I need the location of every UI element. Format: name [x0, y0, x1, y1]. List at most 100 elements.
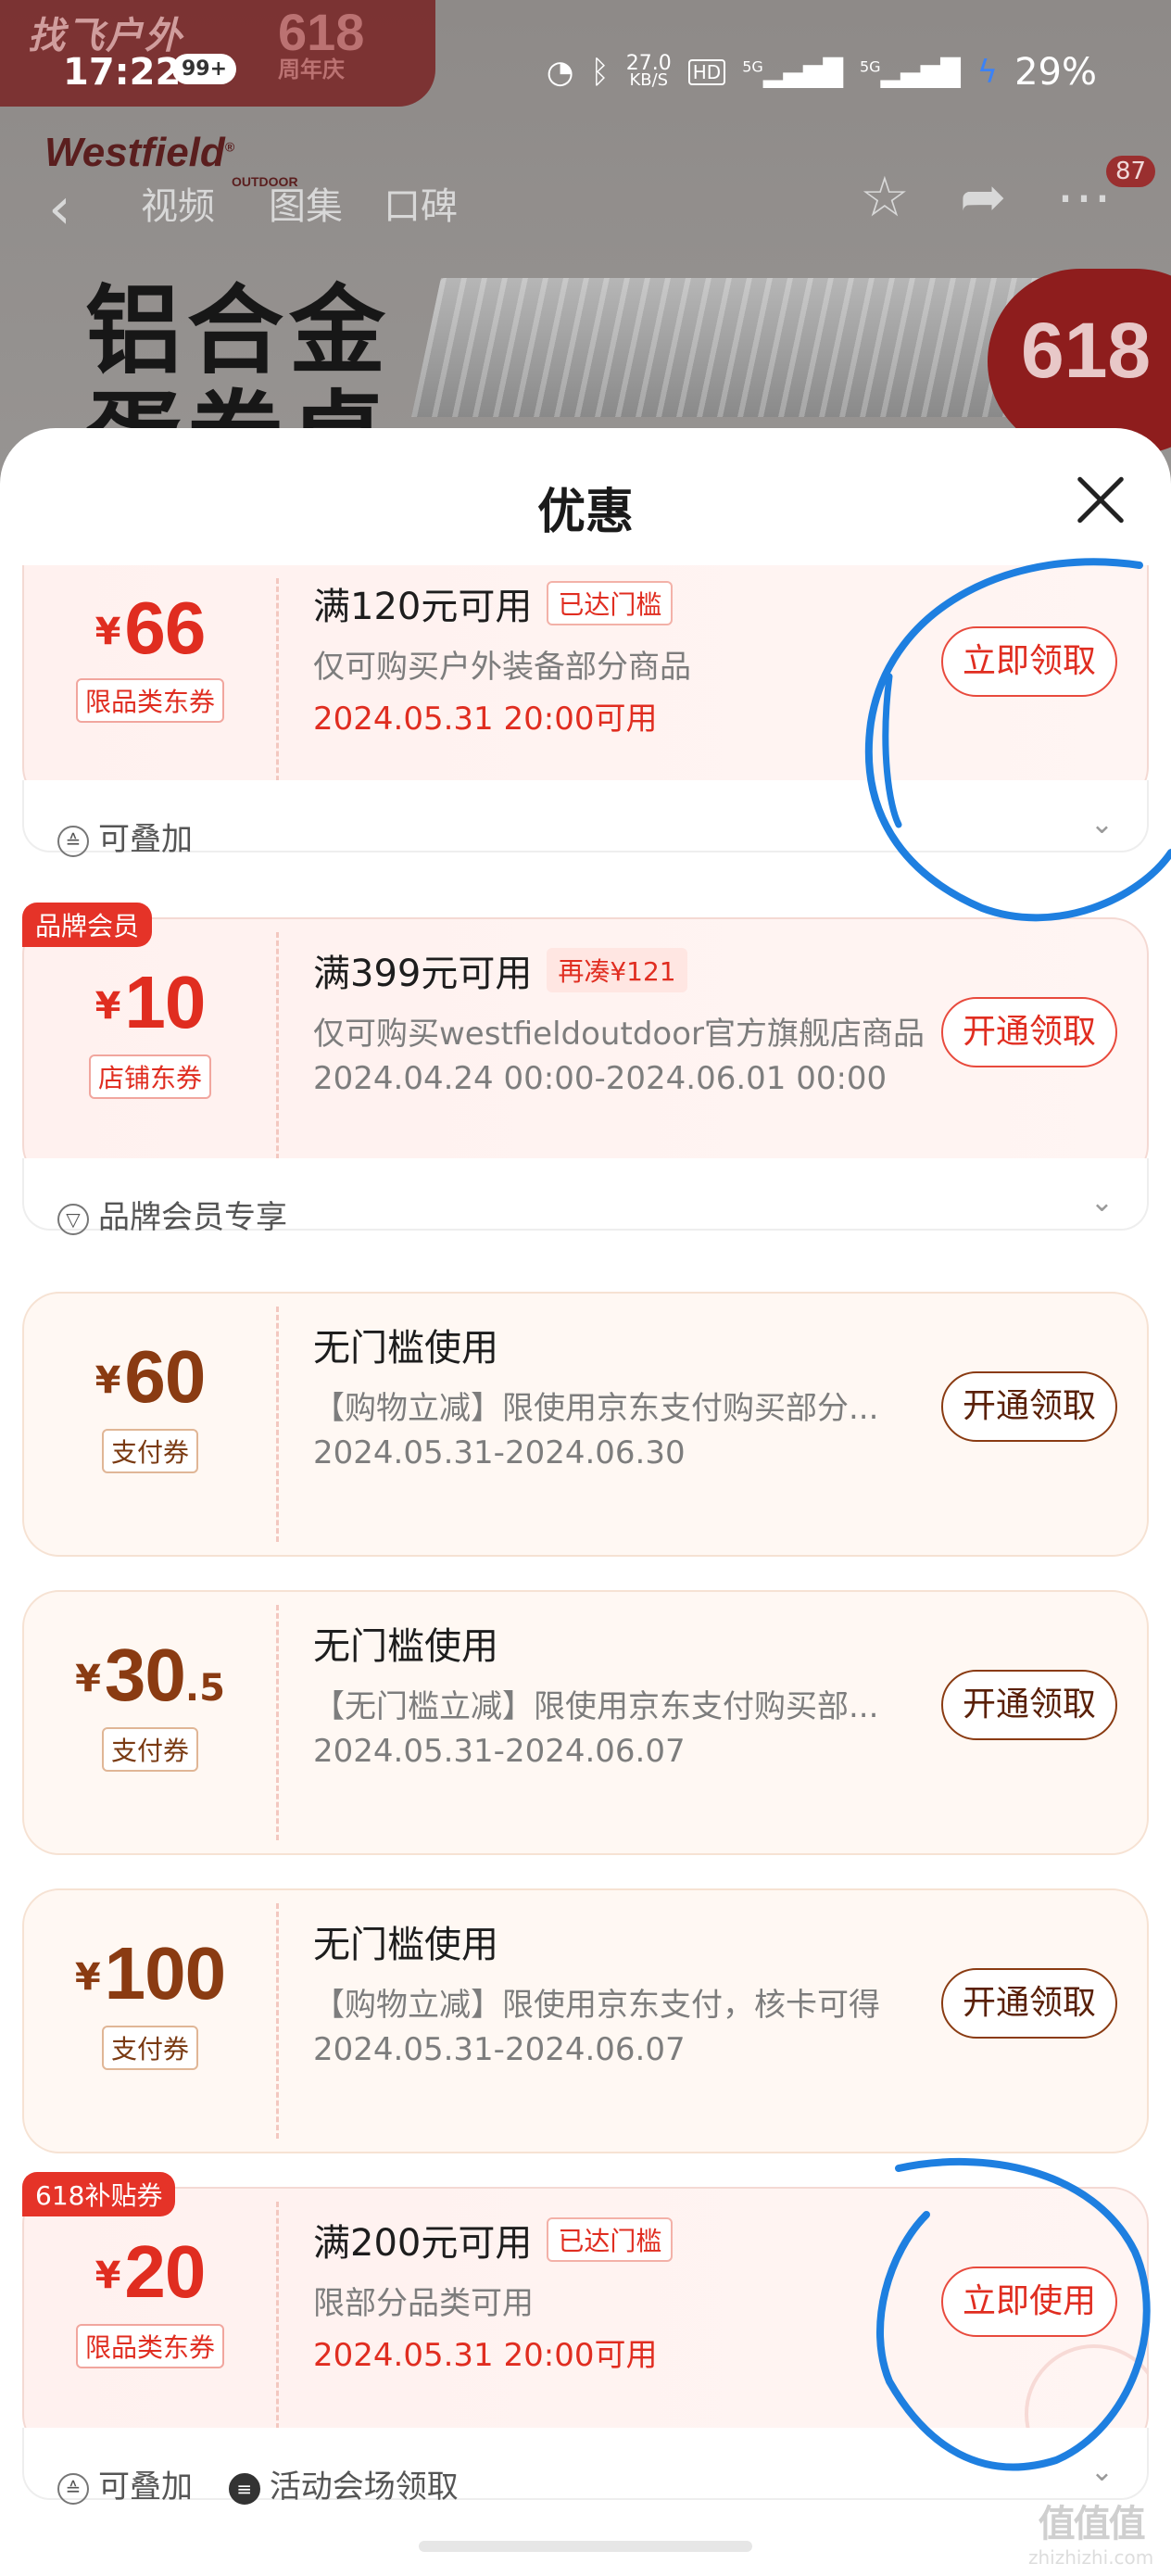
- coupon-condition: 无门槛使用: [313, 1625, 498, 1668]
- coupon-body: ¥10 店铺东券 满399元可用 再凑¥121 仅可购买westfieldoutd…: [22, 917, 1149, 1182]
- tab-reviews[interactable]: 口碑: [384, 176, 458, 230]
- footer-label: 活动会场领取: [269, 2469, 459, 2506]
- coupon-divider: [276, 2202, 279, 2437]
- signal2-icon: 5G▂▄▆█: [859, 57, 961, 88]
- coupon-description: 【无门槛立减】限使用京东支付购买部...: [313, 1688, 879, 1725]
- coupon-sheet: 优惠 ¥66 限品类东券 满120元可用 已达门槛 仅可购买户外装备部分商品 20…: [0, 428, 1171, 2576]
- sheet-title: 优惠: [536, 485, 634, 540]
- chevron-down-icon[interactable]: ⌄: [1090, 2456, 1114, 2488]
- more-icon[interactable]: ⋯: [1056, 165, 1112, 230]
- coupon-date: 2024.04.24 00:00-2024.06.01 00:00: [313, 1060, 888, 1097]
- coupon-footer[interactable]: ≙ 可叠加 ≡ 活动会场领取 ⌄: [22, 2428, 1149, 2506]
- coupon-card: ¥66 限品类东券 满120元可用 已达门槛 仅可购买户外装备部分商品 2024.…: [22, 565, 1149, 858]
- close-icon[interactable]: [1073, 473, 1128, 528]
- coupon-amount: ¥20: [94, 2230, 207, 2313]
- coupon-description: 【购物立减】限使用京东支付购买部分...: [313, 1390, 879, 1427]
- coupon-amount: ¥60: [94, 1335, 207, 1418]
- stack-icon: ≙: [57, 826, 89, 857]
- coupon-type: 店铺东券: [24, 1054, 276, 1099]
- star-icon[interactable]: ☆: [860, 165, 910, 230]
- coupon-card: ¥10 店铺东券 满399元可用 再凑¥121 仅可购买westfieldoutd…: [22, 903, 1149, 1236]
- tab-video[interactable]: 视频: [141, 176, 215, 230]
- coupon-type: 支付券: [24, 2026, 276, 2070]
- charging-icon: ϟ: [976, 54, 999, 91]
- coupon-divider: [276, 578, 279, 789]
- product-nav: ‹ 视频 图集 口碑 ☆ ➦ ⋯ 87: [0, 156, 1171, 242]
- coupon-divider: [276, 1903, 279, 2139]
- coupon-description: 仅可购买户外装备部分商品: [313, 649, 691, 686]
- coupon-body: ¥20 限品类东券 满200元可用 已达门槛 限部分品类可用 2024.05.31…: [22, 2187, 1149, 2452]
- status-bar: 17:22 99+ ◔ ᛒ 27.0 KB/S HD 5G▂▄▆█ 5G▂▄▆█ …: [0, 0, 1171, 139]
- footer-label: 可叠加: [98, 2469, 193, 2506]
- badge-618: 618: [988, 269, 1171, 454]
- status-icons: ◔ ᛒ 27.0 KB/S HD 5G▂▄▆█ 5G▂▄▆█ ϟ 29%: [547, 51, 1097, 94]
- coupon-card: ¥20 限品类东券 满200元可用 已达门槛 限部分品类可用 2024.05.31…: [22, 2172, 1149, 2506]
- coupon-amount: ¥30.5: [75, 1634, 225, 1716]
- chevron-down-icon[interactable]: ⌄: [1090, 808, 1114, 840]
- coupon-date: 2024.05.31-2024.06.07: [313, 1733, 686, 1770]
- coupon-type: 限品类东券: [24, 2324, 276, 2368]
- coupon-body: ¥30.5 支付券 无门槛使用 【无门槛立减】限使用京东支付购买部... 202…: [22, 1590, 1149, 1855]
- chevron-down-icon[interactable]: ⌄: [1090, 1186, 1114, 1219]
- status-time: 17:22: [63, 51, 182, 94]
- footer-label: 可叠加: [98, 821, 193, 858]
- venue-icon: ≡: [228, 2473, 260, 2505]
- speedometer-icon: ◔: [546, 54, 574, 91]
- coupon-date: 2024.05.31-2024.06.30: [313, 1434, 686, 1471]
- more-badge: 87: [1106, 156, 1156, 187]
- coupon-type: 限品类东券: [24, 678, 276, 723]
- activate-claim-button[interactable]: 开通领取: [941, 1968, 1117, 2039]
- coupon-footer[interactable]: ▽ 品牌会员专享 ⌄: [22, 1158, 1149, 1236]
- battery-level: 29%: [1014, 51, 1097, 94]
- coupon-condition: 满200元可用 已达门槛: [313, 2213, 674, 2267]
- coupon-type: 支付券: [24, 1429, 276, 1473]
- net-speed: 27.0 KB/S: [625, 52, 672, 90]
- coupon-card: ¥30.5 支付券 无门槛使用 【无门槛立减】限使用京东支付购买部... 202…: [22, 1590, 1149, 1855]
- coupon-description: 仅可购买westfieldoutdoor官方旗舰店商品: [313, 1016, 925, 1053]
- coupon-footer[interactable]: ≙ 可叠加 ⌄: [22, 780, 1149, 858]
- coupon-divider: [276, 1605, 279, 1840]
- home-indicator[interactable]: [419, 2541, 752, 2552]
- coupon-divider: [276, 932, 279, 1168]
- coupon-condition: 满399元可用 再凑¥121: [313, 943, 687, 997]
- coupon-description: 【购物立减】限使用京东支付，核卡可得: [313, 1987, 880, 2024]
- coupon-body: ¥66 限品类东券 满120元可用 已达门槛 仅可购买户外装备部分商品 2024.…: [22, 565, 1149, 804]
- coupon-body: ¥100 支付券 无门槛使用 【购物立减】限使用京东支付，核卡可得 2024.0…: [22, 1888, 1149, 2153]
- notification-badge: 99+: [172, 54, 237, 84]
- coupon-amount: ¥66: [94, 587, 207, 669]
- activate-claim-button[interactable]: 开通领取: [941, 1670, 1117, 1740]
- coupon-date: 2024.05.31-2024.06.07: [313, 2031, 686, 2068]
- use-now-button[interactable]: 立即使用: [941, 2267, 1117, 2337]
- coupon-condition: 满120元可用 已达门槛: [313, 576, 674, 630]
- activate-claim-button[interactable]: 开通领取: [941, 997, 1117, 1067]
- coupon-condition: 无门槛使用: [313, 1924, 498, 1966]
- member-icon: ▽: [57, 1204, 89, 1235]
- product-image: [411, 278, 1052, 417]
- coupon-amount: ¥10: [94, 961, 207, 1043]
- back-icon[interactable]: ‹: [48, 174, 71, 242]
- corner-badge: 618补贴券: [22, 2172, 176, 2216]
- coupon-date: 2024.05.31 20:00可用: [313, 701, 658, 738]
- signal-icon: 5G▂▄▆█: [742, 57, 843, 88]
- coupon-date: 2024.05.31 20:00可用: [313, 2337, 658, 2374]
- coupon-body: ¥60 支付券 无门槛使用 【购物立减】限使用京东支付购买部分... 2024.…: [22, 1292, 1149, 1557]
- tab-gallery[interactable]: 图集: [269, 176, 343, 230]
- coupon-divider: [276, 1307, 279, 1542]
- footer-label: 品牌会员专享: [98, 1199, 287, 1236]
- coupon-type: 支付券: [24, 1727, 276, 1772]
- activate-claim-button[interactable]: 开通领取: [941, 1371, 1117, 1442]
- share-icon[interactable]: ➦: [960, 165, 1006, 230]
- stack-icon: ≙: [57, 2473, 89, 2505]
- coupon-card: ¥100 支付券 无门槛使用 【购物立减】限使用京东支付，核卡可得 2024.0…: [22, 1888, 1149, 2153]
- coupon-amount: ¥100: [74, 1932, 226, 2014]
- bluetooth-icon: ᛒ: [590, 54, 610, 91]
- coupon-tag: 已达门槛: [547, 581, 674, 625]
- coupon-description: 限部分品类可用: [313, 2285, 534, 2322]
- watermark: 值值值 zhizhizhi.com: [1028, 2503, 1154, 2569]
- coupon-tag: 已达门槛: [547, 2217, 674, 2262]
- claim-button[interactable]: 立即领取: [941, 626, 1117, 697]
- coupon-card: ¥60 支付券 无门槛使用 【购物立减】限使用京东支付购买部分... 2024.…: [22, 1292, 1149, 1557]
- corner-badge: 品牌会员: [22, 903, 153, 947]
- hd-icon: HD: [687, 59, 726, 85]
- coupon-condition: 无门槛使用: [313, 1327, 498, 1370]
